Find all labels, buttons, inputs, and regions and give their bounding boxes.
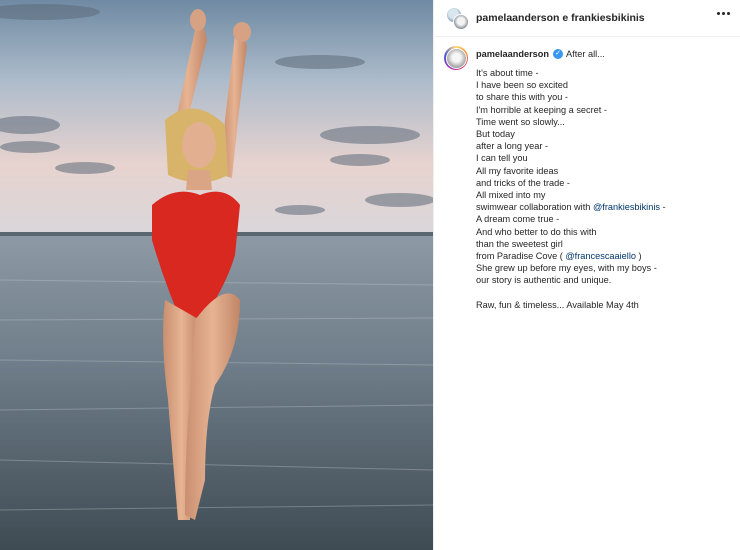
caption-line: All mixed into my [476, 190, 546, 201]
caption-line-text: from Paradise Cove ( [476, 251, 566, 262]
post-panel: pamelaanderson e frankiesbikinis pamelaa… [433, 0, 740, 550]
caption-first-line: After all... [566, 48, 605, 59]
post-author-title[interactable]: pamelaanderson e frankiesbikinis [476, 12, 645, 24]
verified-badge-icon: ✓ [553, 49, 564, 59]
mention-link[interactable]: @francescaaiello [565, 251, 636, 261]
caption: pamelaanderson ✓ After all... It's about… [434, 37, 740, 311]
caption-line: I can tell you [476, 153, 528, 164]
collab-avatars[interactable] [446, 7, 469, 30]
caption-text: It's about time -I have been so excited t… [476, 67, 666, 287]
beach-swimsuit-image [0, 0, 433, 550]
caption-line: Time went so slowly... [476, 116, 565, 127]
more-horizontal-icon[interactable] [717, 12, 730, 15]
caption-line: All my favorite ideas [476, 165, 559, 176]
caption-line-text: - [659, 202, 666, 213]
caption-line: after a long year - [476, 141, 549, 152]
caption-line: And who better to do this with [476, 226, 597, 237]
caption-line: to share this with you - [476, 92, 568, 103]
caption-line: swimwear collaboration with @frankiesbik… [476, 201, 666, 213]
caption-line-text: swimwear collaboration with [476, 202, 593, 213]
caption-line: than the sweetest girl [476, 238, 563, 249]
post-header: pamelaanderson e frankiesbikinis [434, 0, 740, 37]
caption-line: But today [476, 129, 515, 140]
caption-line: our story is authentic and unique. [476, 275, 612, 286]
caption-line: She grew up before my eyes, with my boys… [476, 263, 657, 274]
caption-line: I have been so excited [476, 80, 568, 91]
caption-line: and tricks of the trade - [476, 177, 570, 188]
caption-line: A dream come true - [476, 214, 560, 225]
caption-avatar[interactable] [444, 46, 468, 70]
caption-line: I'm horrible at keeping a secret - [476, 104, 607, 115]
post-photo[interactable] [0, 0, 433, 550]
caption-line: It's about time - [476, 68, 539, 78]
caption-line-text: ) [635, 251, 642, 262]
mention-link[interactable]: @frankiesbikinis [593, 202, 660, 212]
avatar-frankiesbikinis[interactable] [453, 14, 469, 30]
caption-closing: Raw, fun & timeless... Available May 4th [476, 299, 639, 310]
caption-line: from Paradise Cove ( @francescaaiello ) [476, 250, 666, 262]
caption-username[interactable]: pamelaanderson [476, 48, 549, 60]
